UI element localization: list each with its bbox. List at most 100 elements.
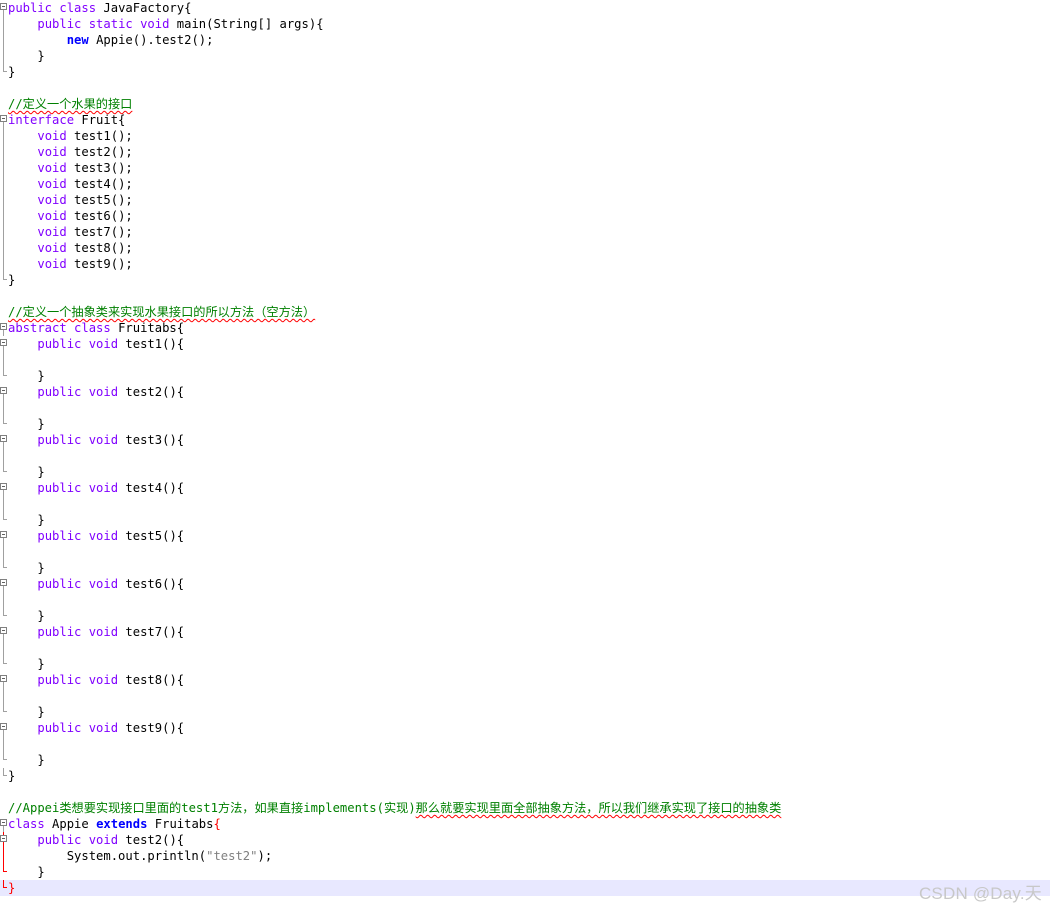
code-line[interactable]: //定义一个抽象类来实现水果接口的所以方法（空方法） [0,304,1050,320]
code-token: void [37,241,75,255]
fold-toggle-icon[interactable] [0,675,7,682]
code-line[interactable]: public void test7(){ [0,624,1050,640]
code-line[interactable]: } [0,768,1050,784]
code-line[interactable]: } [0,752,1050,768]
code-line[interactable]: //Appei类想要实现接口里面的test1方法，如果直接implements(… [0,800,1050,816]
code-line[interactable]: } [0,880,1050,896]
code-line[interactable]: public void test2(){ [0,384,1050,400]
code-line[interactable]: } [0,608,1050,624]
code-line[interactable]: //定义一个水果的接口 [0,96,1050,112]
fold-toggle-icon[interactable] [0,3,7,10]
code-line[interactable] [0,80,1050,96]
fold-toggle-icon[interactable] [0,723,7,730]
code-line[interactable]: } [0,64,1050,80]
fold-toggle-icon[interactable] [0,339,7,346]
fold-toggle-icon[interactable] [0,115,7,122]
fold-toggle-icon[interactable] [0,819,7,826]
fold-toggle-icon[interactable] [0,531,7,538]
code-line[interactable] [0,736,1050,752]
fold-line [3,144,4,160]
fold-end-marker [3,864,7,872]
code-line[interactable]: } [0,368,1050,384]
code-line[interactable]: } [0,656,1050,672]
code-line[interactable]: void test7(); [0,224,1050,240]
fold-end-marker [3,880,7,888]
code-line[interactable] [0,592,1050,608]
code-line[interactable]: public void test4(){ [0,480,1050,496]
code-line[interactable] [0,784,1050,800]
fold-line [3,688,4,704]
code-line[interactable]: class Appie extends Fruitabs{ [0,816,1050,832]
fold-toggle-icon[interactable] [0,323,7,330]
code-line[interactable]: } [0,560,1050,576]
code-line[interactable]: public void test5(){ [0,528,1050,544]
code-token: //定义一个水果的接口 [8,97,133,111]
fold-toggle-icon[interactable] [0,483,7,490]
code-line[interactable]: } [0,272,1050,288]
fold-end-marker [3,64,7,72]
code-line[interactable]: void test9(); [0,256,1050,272]
code-line[interactable]: new Appie().test2(); [0,32,1050,48]
code-token: public void [37,385,126,399]
code-token: public void [37,433,126,447]
code-line[interactable] [0,352,1050,368]
fold-toggle-icon[interactable] [0,387,7,394]
code-line[interactable] [0,448,1050,464]
code-token: } [8,65,16,79]
code-token: test8(); [74,241,133,255]
code-line[interactable] [0,640,1050,656]
code-line[interactable]: } [0,864,1050,880]
code-editor[interactable]: public class JavaFactory{ public static … [0,0,1050,908]
code-line[interactable]: void test4(); [0,176,1050,192]
fold-toggle-icon[interactable] [0,835,7,842]
code-line[interactable] [0,400,1050,416]
fold-line [3,240,4,256]
code-line[interactable] [0,688,1050,704]
fold-line [3,448,4,464]
code-line[interactable]: } [0,48,1050,64]
fold-line [3,256,4,272]
code-line[interactable]: abstract class Fruitabs{ [0,320,1050,336]
code-line[interactable]: void test5(); [0,192,1050,208]
code-line[interactable]: void test6(); [0,208,1050,224]
code-token: test7(){ [125,625,185,639]
code-line[interactable]: } [0,704,1050,720]
fold-toggle-icon[interactable] [0,627,7,634]
code-line[interactable]: public void test8(){ [0,672,1050,688]
fold-line [3,736,4,752]
code-line[interactable]: interface Fruit{ [0,112,1050,128]
code-token: Fruitabs{ [118,321,185,335]
code-line[interactable]: public void test9(){ [0,720,1050,736]
fold-line [3,48,4,64]
code-line[interactable]: public void test6(){ [0,576,1050,592]
code-line[interactable]: } [0,416,1050,432]
code-line[interactable]: void test3(); [0,160,1050,176]
code-token: "test2" [206,849,258,863]
code-line[interactable]: System.out.println("test2"); [0,848,1050,864]
code-line[interactable]: void test8(); [0,240,1050,256]
fold-toggle-icon[interactable] [0,579,7,586]
code-line[interactable] [0,544,1050,560]
code-line[interactable]: public void test3(){ [0,432,1050,448]
code-line[interactable]: void test2(); [0,144,1050,160]
fold-end-marker [3,560,7,568]
code-line[interactable]: public class JavaFactory{ [0,0,1050,16]
code-line[interactable]: public void test1(){ [0,336,1050,352]
code-line[interactable] [0,288,1050,304]
code-token: } [8,769,16,783]
code-token: } [8,465,45,479]
code-line[interactable]: } [0,464,1050,480]
code-token: { [213,817,221,831]
code-line[interactable]: } [0,512,1050,528]
fold-toggle-icon[interactable] [0,435,7,442]
code-line[interactable] [0,496,1050,512]
code-line[interactable]: public void test2(){ [0,832,1050,848]
code-line[interactable]: public static void main(String[] args){ [0,16,1050,32]
code-line[interactable]: void test1(); [0,128,1050,144]
code-token: test3(){ [125,433,185,447]
code-token: void [37,161,75,175]
